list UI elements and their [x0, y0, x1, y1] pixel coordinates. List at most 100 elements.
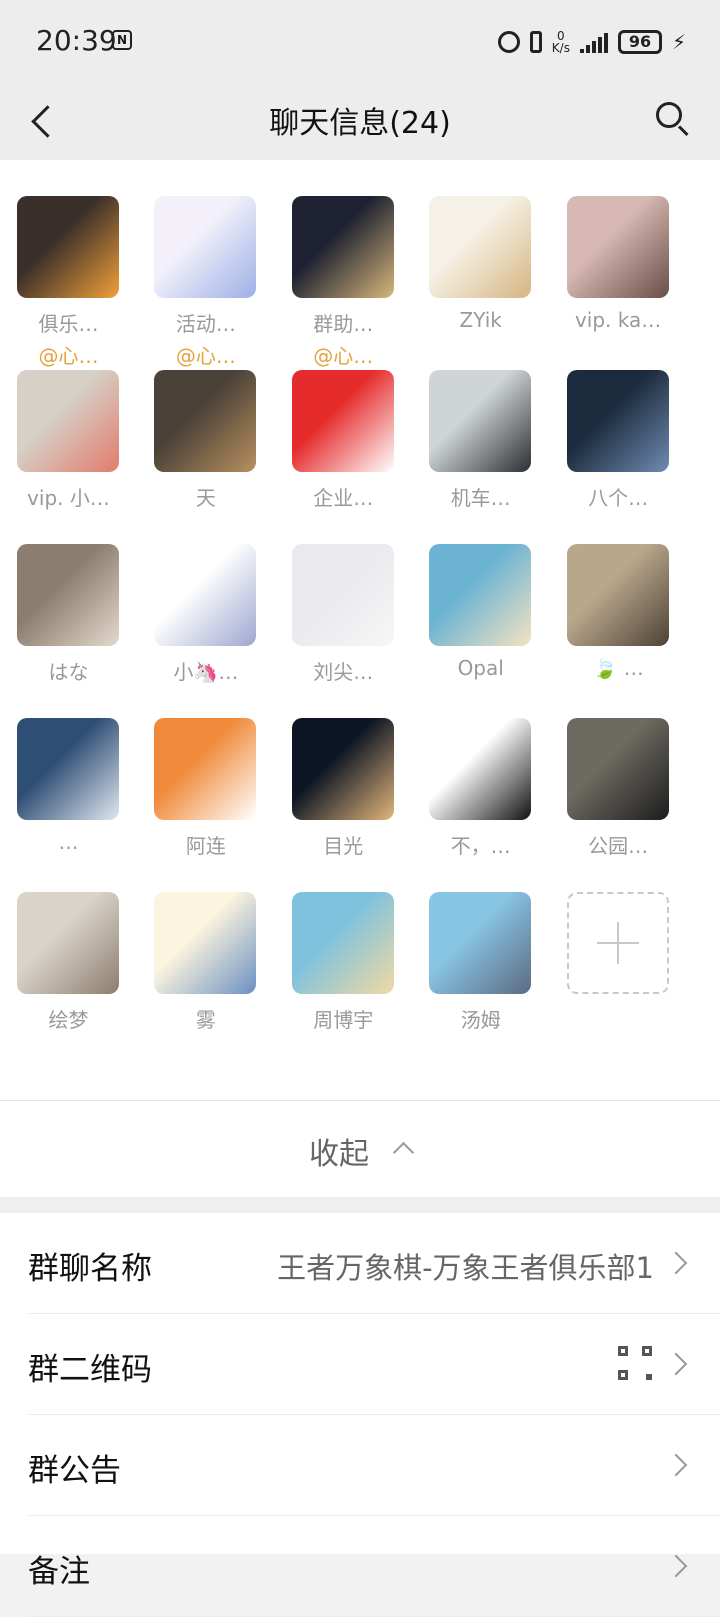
- member-item[interactable]: 群助… @心…: [275, 160, 412, 368]
- status-bar: 20:39 N 0 K/s 96 ⚡: [0, 0, 720, 82]
- section-gap: [0, 1197, 720, 1213]
- row-label: 备注: [28, 1554, 90, 1590]
- search-icon[interactable]: [654, 100, 689, 137]
- avatar: [154, 196, 257, 298]
- member-item[interactable]: vip. ka…: [550, 160, 687, 332]
- avatar: [566, 196, 669, 298]
- member-name: はな: [48, 660, 89, 684]
- member-item[interactable]: vip. 小…: [0, 334, 137, 510]
- member-item[interactable]: 机车…: [412, 334, 549, 510]
- vibrate-icon: [529, 31, 542, 53]
- avatar: [291, 718, 394, 820]
- member-item[interactable]: 周博宇: [275, 856, 412, 1032]
- member-name: 群助…: [313, 312, 374, 336]
- member-item[interactable]: 汤姆: [412, 856, 549, 1032]
- member-item[interactable]: 不，…: [412, 682, 549, 858]
- member-item[interactable]: 阿连: [137, 682, 274, 858]
- member-item[interactable]: 活动… @心…: [137, 160, 274, 368]
- member-item[interactable]: 雾: [137, 856, 274, 1032]
- plus-icon: [566, 892, 669, 994]
- member-name: 🍃 …: [592, 656, 644, 680]
- member-item[interactable]: …: [0, 682, 137, 854]
- network-speed: 0 K/s: [551, 29, 570, 55]
- avatar: [17, 196, 119, 298]
- avatar: [429, 892, 532, 994]
- row-label: 群公告: [28, 1453, 121, 1489]
- group-announcement-row[interactable]: 群公告: [28, 1415, 720, 1516]
- member-name: 阿连: [185, 834, 226, 858]
- member-item[interactable]: 八个…: [550, 334, 687, 510]
- member-name: 雾: [195, 1008, 216, 1032]
- group-name-value: 王者万象棋-万象王者俱乐部1: [277, 1251, 654, 1285]
- collapse-button[interactable]: 收起: [0, 1101, 720, 1197]
- avatar: [154, 544, 257, 646]
- chevron-right-icon: [664, 1554, 688, 1578]
- member-name: 机车…: [450, 486, 511, 510]
- nfc-icon: N: [112, 30, 132, 50]
- avatar: [154, 718, 257, 820]
- member-item[interactable]: はな: [0, 508, 137, 684]
- member-name: 刘尖…: [313, 660, 374, 684]
- member-grid: 俱乐… @心… 活动… @心… 群助… @心… ZYik vip. ka… vip. 小… 天 企业…: [0, 160, 720, 1100]
- member-item[interactable]: 俱乐… @心…: [0, 160, 137, 368]
- avatar: [17, 544, 119, 646]
- avatar: [154, 892, 257, 994]
- settings-list: 群聊名称 王者万象棋-万象王者俱乐部1 群二维码 群公告 备注: [0, 1213, 720, 1617]
- member-item[interactable]: 目光: [275, 682, 412, 858]
- member-item[interactable]: Opal: [412, 508, 549, 680]
- avatar: [566, 718, 669, 820]
- avatar: [566, 370, 669, 472]
- member-item[interactable]: 企业…: [275, 334, 412, 510]
- group-name-row[interactable]: 群聊名称 王者万象棋-万象王者俱乐部1: [28, 1213, 720, 1314]
- member-item[interactable]: ZYik: [412, 160, 549, 332]
- member-item[interactable]: 小🦄…: [137, 508, 274, 684]
- chevron-right-icon: [664, 1352, 688, 1376]
- member-name: vip. 小…: [27, 486, 110, 510]
- member-name: 目光: [323, 834, 364, 858]
- member-name: vip. ka…: [574, 308, 662, 332]
- signal-icon: [579, 31, 608, 53]
- avatar: [291, 370, 394, 472]
- remark-row[interactable]: 备注: [28, 1516, 720, 1617]
- avatar: [154, 370, 257, 472]
- alarm-icon: [497, 31, 520, 53]
- member-name: 小🦄…: [173, 660, 239, 684]
- member-name: 汤姆: [460, 1008, 501, 1032]
- chevron-up-icon: [392, 1141, 415, 1164]
- row-label: 群二维码: [28, 1352, 152, 1388]
- member-name: Opal: [457, 656, 504, 680]
- member-name: 不，…: [450, 834, 511, 858]
- avatar: [17, 370, 119, 472]
- member-name: 八个…: [588, 486, 649, 510]
- status-icons: 0 K/s 96 ⚡: [497, 28, 686, 56]
- avatar: [566, 544, 669, 646]
- group-qrcode-row[interactable]: 群二维码: [28, 1314, 720, 1415]
- member-name: 活动…: [175, 312, 236, 336]
- avatar: [429, 718, 532, 820]
- member-item[interactable]: 🍃 …: [550, 508, 687, 680]
- member-name: 企业…: [313, 486, 374, 510]
- collapse-label: 收起: [308, 1137, 369, 1172]
- member-item[interactable]: 天: [137, 334, 274, 510]
- avatar: [291, 544, 394, 646]
- member-name: 周博宇: [313, 1008, 374, 1032]
- member-item[interactable]: 公园…: [550, 682, 687, 858]
- member-item[interactable]: 刘尖…: [275, 508, 412, 684]
- member-name: 俱乐…: [38, 312, 99, 336]
- member-name: 绘梦: [48, 1008, 89, 1032]
- nav-bar: 聊天信息(24): [0, 82, 720, 160]
- member-item[interactable]: 绘梦: [0, 856, 137, 1032]
- avatar: [17, 718, 119, 820]
- member-name: ZYik: [459, 308, 502, 332]
- avatar: [17, 892, 119, 994]
- qr-code-icon: [618, 1346, 652, 1380]
- avatar: [429, 196, 532, 298]
- chevron-right-icon: [664, 1453, 688, 1477]
- avatar: [429, 370, 532, 472]
- add-member-button[interactable]: [550, 856, 687, 1016]
- clock: 20:39: [36, 24, 117, 57]
- member-name: 公园…: [588, 834, 649, 858]
- row-label: 群聊名称: [28, 1251, 152, 1287]
- avatar: [429, 544, 532, 646]
- battery-icon: 96: [617, 30, 662, 54]
